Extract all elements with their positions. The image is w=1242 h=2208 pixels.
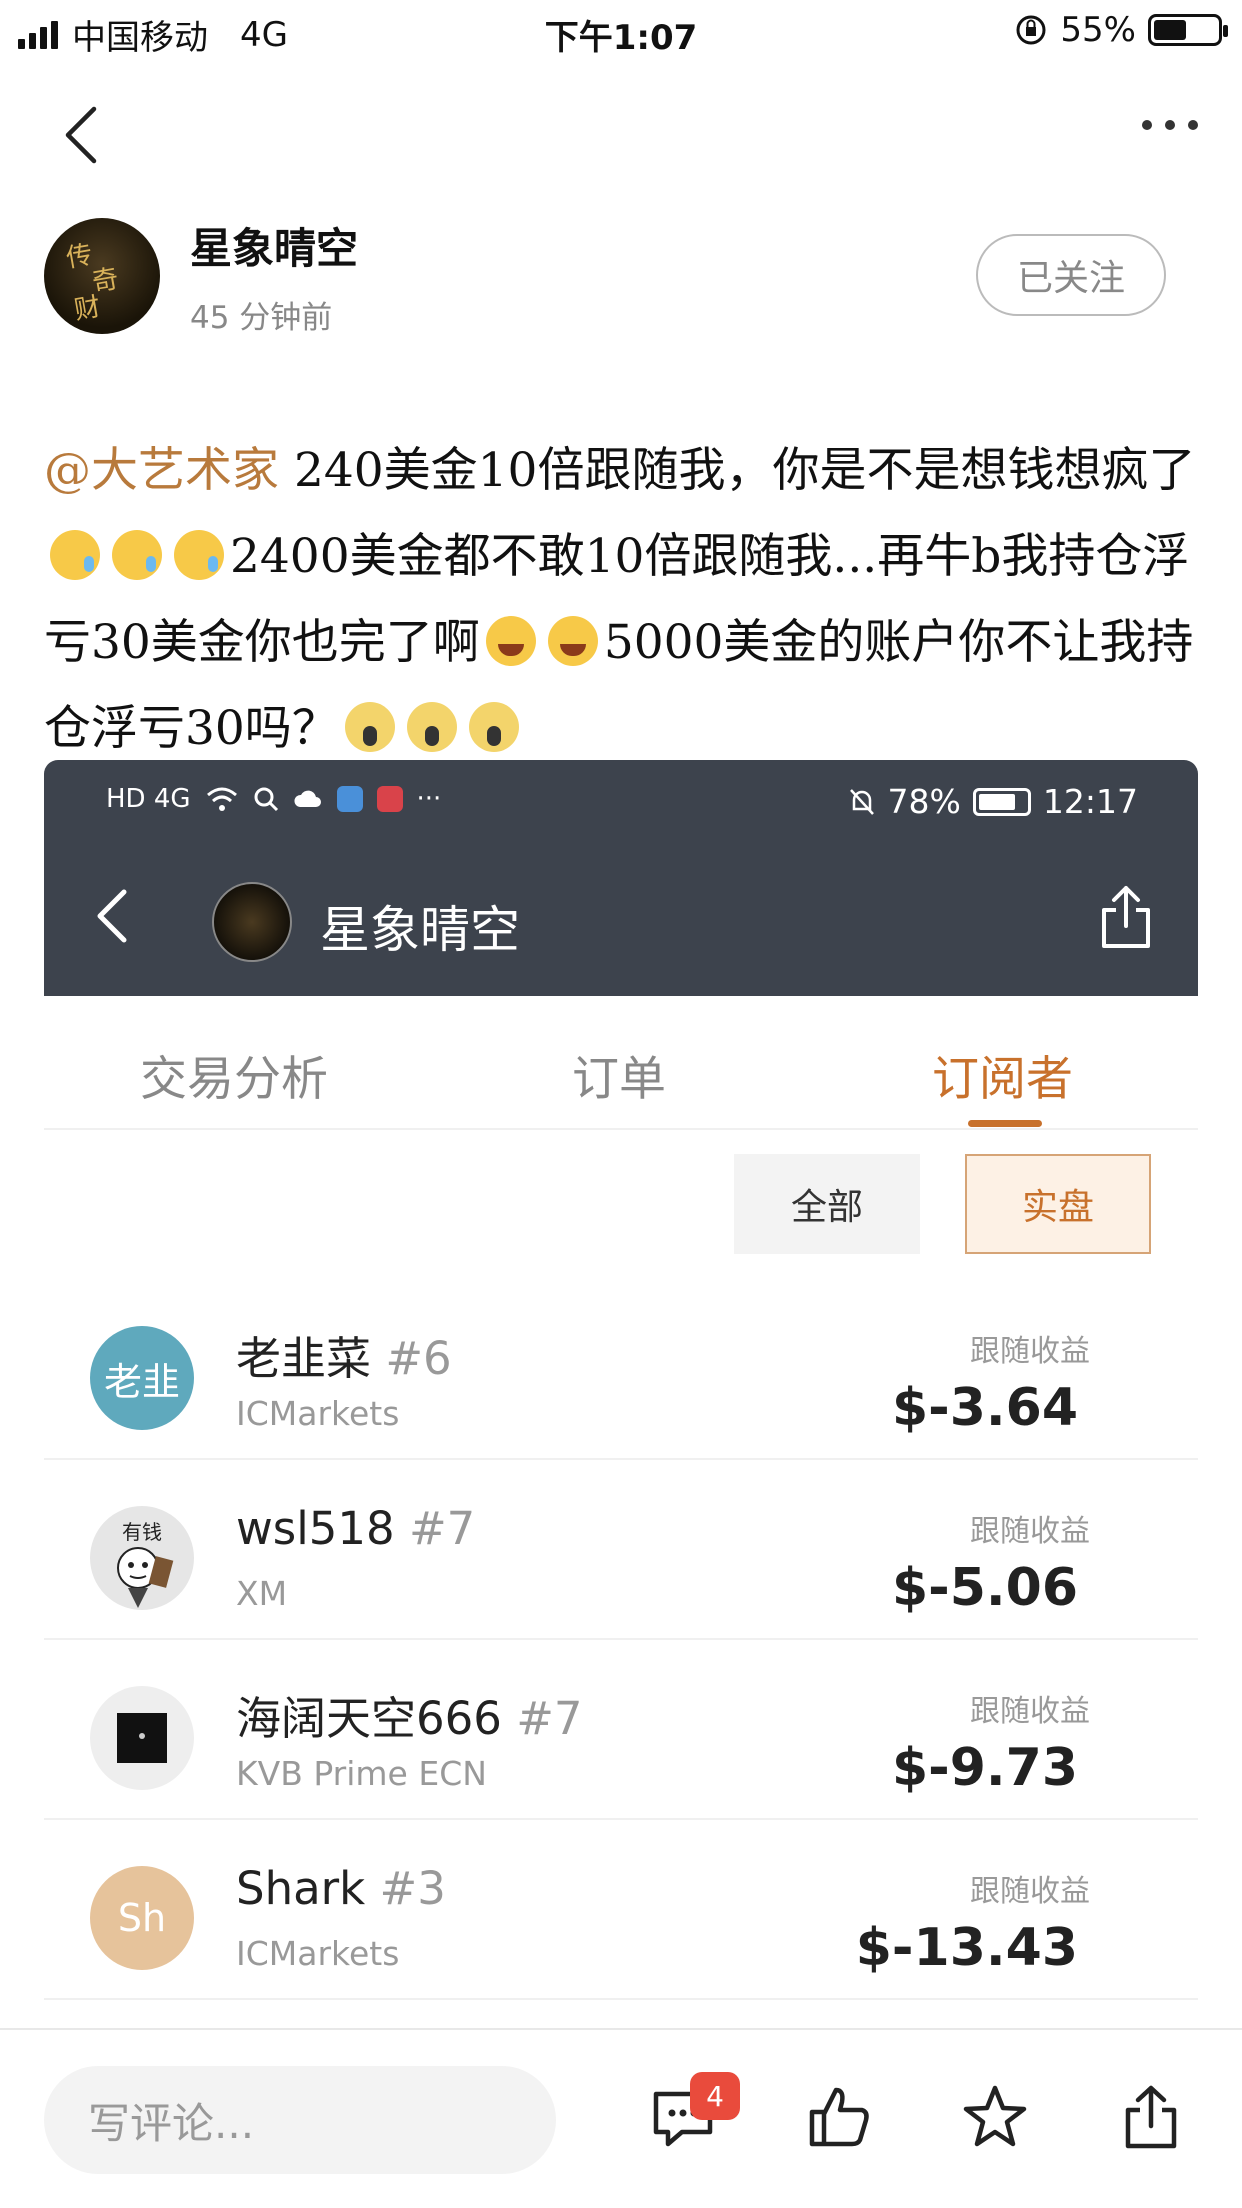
filter-all-button[interactable]: 全部	[734, 1154, 920, 1254]
profit-value: $-5.06	[891, 1558, 1078, 1618]
battery-percent: 55%	[1060, 10, 1136, 50]
subscriber-rank: #7	[516, 1692, 583, 1745]
mute-bell-icon	[849, 788, 874, 815]
app-icon	[336, 786, 363, 812]
scream-emoji-icon	[344, 702, 395, 752]
embedded-title: 星象晴空	[320, 901, 520, 959]
subscriber-avatar: Sh	[90, 1866, 194, 1970]
cloud-icon	[294, 790, 321, 807]
subscriber-name-text: 海阔天空666	[236, 1692, 502, 1745]
follow-button[interactable]: 已关注	[976, 234, 1166, 316]
tab-subscribers[interactable]: 订阅者	[932, 1040, 1073, 1109]
comment-count-badge: 4	[690, 2072, 740, 2120]
crying-emoji-icon	[174, 530, 224, 580]
embedded-avatar	[212, 882, 292, 962]
subscriber-name: wsl518 #7	[236, 1502, 475, 1555]
embedded-battery-percent: 78%	[887, 782, 961, 821]
comment-input[interactable]: 写评论...	[44, 2066, 556, 2174]
profit-value: $-9.73	[891, 1738, 1078, 1798]
rotation-lock-icon	[1016, 15, 1046, 45]
subscriber-name-text: Shark	[236, 1862, 366, 1915]
subscriber-name-text: wsl518	[236, 1502, 395, 1555]
embedded-screenshot-header: HD 4G ··· 78% 12:17 星象晴空	[44, 760, 1198, 996]
subscriber-name: Shark #3	[236, 1862, 446, 1915]
active-tab-indicator	[968, 1120, 1042, 1127]
subscriber-broker: KVB Prime ECN	[236, 1754, 487, 1793]
tab-trade-analysis[interactable]: 交易分析	[140, 1040, 328, 1109]
scream-emoji-icon	[406, 702, 457, 752]
post-body: @大艺术家 240美金10倍跟随我，你是不是想钱想疯了2400美金都不敢10倍跟…	[44, 428, 1204, 772]
search-icon	[254, 787, 278, 812]
like-icon[interactable]	[804, 2082, 874, 2152]
more-notifications-icon: ···	[416, 784, 442, 814]
subscriber-row[interactable]: Sh Shark #3 ICMarkets 跟随收益 $-13.43	[44, 1822, 1198, 2000]
subscriber-broker: ICMarkets	[236, 1394, 400, 1433]
profit-label: 跟随收益	[970, 1514, 1090, 1549]
subscriber-avatar: 有钱	[90, 1506, 194, 1610]
crying-emoji-icon	[50, 530, 100, 580]
dark-square-icon	[117, 1713, 167, 1763]
back-icon[interactable]	[58, 105, 108, 165]
subscriber-row[interactable]: 海阔天空666 #7 KVB Prime ECN 跟随收益 $-9.73	[44, 1642, 1198, 1820]
subscriber-row[interactable]: 老韭 老韭菜 #6 ICMarkets 跟随收益 $-3.64	[44, 1282, 1198, 1460]
embedded-network-label: HD 4G	[106, 784, 191, 814]
subscriber-rank: #7	[408, 1502, 476, 1555]
embedded-battery-icon	[972, 787, 1031, 816]
profit-label: 跟随收益	[970, 1694, 1090, 1729]
author-name[interactable]: 星象晴空	[190, 215, 358, 276]
embedded-status-left: HD 4G ···	[106, 784, 441, 814]
status-bar: 中国移动 4G 下午1:07 55%	[0, 0, 1242, 62]
meme-face-icon	[117, 1547, 174, 1608]
subscriber-name: 老韭菜 #6	[236, 1322, 452, 1387]
favorite-star-icon[interactable]	[960, 2082, 1030, 2152]
share-icon[interactable]	[1116, 2082, 1186, 2152]
wifi-icon	[206, 787, 237, 811]
subscriber-rank: #3	[379, 1862, 446, 1915]
subscriber-row[interactable]: 有钱 wsl518 #7 XM 跟随收益 $-5.06	[44, 1462, 1198, 1640]
subscriber-broker: XM	[236, 1574, 288, 1613]
status-right: 55%	[1014, 10, 1228, 50]
post-text-1: 240美金10倍跟随我，你是不是想钱想疯了	[279, 443, 1196, 498]
scream-emoji-icon	[468, 702, 519, 752]
profit-value: $-3.64	[891, 1378, 1078, 1438]
tab-orders[interactable]: 订单	[572, 1040, 666, 1109]
avatar-text: Sh	[117, 1896, 167, 1940]
embedded-status-bar: HD 4G ··· 78% 12:17	[44, 760, 1198, 846]
author-avatar[interactable]: 传 奇 财	[44, 218, 160, 334]
profit-label: 跟随收益	[970, 1874, 1090, 1909]
subscriber-broker: ICMarkets	[236, 1934, 400, 1973]
post-time: 45 分钟前	[190, 300, 333, 336]
profit-label: 跟随收益	[970, 1334, 1090, 1369]
subscriber-rank: #6	[385, 1332, 452, 1385]
share-icon[interactable]	[1098, 882, 1154, 952]
battery-icon	[1148, 14, 1228, 46]
laughing-emoji-icon	[485, 616, 536, 666]
embedded-status-right: 78% 12:17	[848, 782, 1138, 821]
filter-real-button[interactable]: 实盘	[965, 1154, 1151, 1254]
embedded-time: 12:17	[1042, 782, 1138, 821]
profit-value: $-13.43	[855, 1918, 1078, 1978]
bottom-action-bar: 写评论... 4	[0, 2028, 1242, 2208]
embedded-back-icon[interactable]	[92, 886, 132, 946]
tabs-divider	[44, 1128, 1198, 1130]
subscriber-name-text: 老韭菜	[236, 1332, 372, 1385]
subscriber-tabs: 交易分析 订单 订阅者	[44, 1040, 1198, 1130]
laughing-emoji-icon	[547, 616, 598, 666]
subscriber-avatar	[90, 1686, 194, 1790]
more-options-icon[interactable]	[1142, 120, 1198, 130]
mention-link[interactable]: @大艺术家	[44, 443, 279, 498]
subscriber-avatar: 老韭	[90, 1326, 194, 1430]
avatar-text: 老韭	[103, 1359, 180, 1404]
crying-emoji-icon	[112, 530, 162, 580]
app-icon	[376, 786, 403, 812]
subscriber-name: 海阔天空666 #7	[236, 1682, 583, 1747]
